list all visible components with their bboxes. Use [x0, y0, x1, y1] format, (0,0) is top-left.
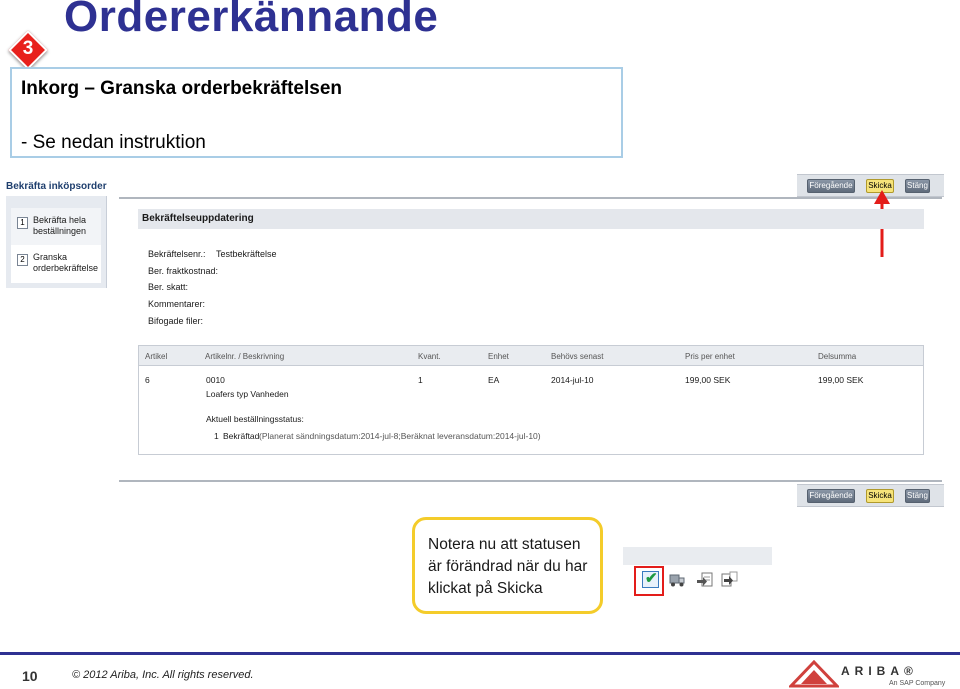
- status-value: Bekräftad: [223, 431, 260, 441]
- callout-line: klickat på Skicka: [428, 580, 543, 597]
- status-label: Aktuell beställningsstatus:: [206, 414, 304, 424]
- instruction-line: - Se nedan instruktion: [21, 132, 206, 153]
- col-header: Artikelnr. / Beskrivning: [205, 352, 285, 361]
- doc-arrow-in-icon[interactable]: [697, 571, 714, 588]
- field-tax: Ber. skatt:: [148, 282, 188, 292]
- copyright: © 2012 Ariba, Inc. All rights reserved.: [72, 669, 254, 681]
- page-label: Bekräfta inköpsorder: [6, 181, 107, 192]
- instruction-box: Inkorg – Granska orderbekräftelsen - Se …: [10, 67, 623, 158]
- left-nav: 1 Bekräfta hela beställningen 2 Granska …: [6, 196, 107, 288]
- logo-wordmark: ARIBA®: [841, 664, 918, 678]
- status-icon-header: [623, 547, 772, 565]
- field-value: Testbekräftelse: [216, 249, 277, 259]
- cell-unit: EA: [488, 375, 500, 385]
- close-button[interactable]: Stäng: [905, 179, 930, 193]
- status-highlight-frame: [634, 566, 664, 596]
- nav-item-number: 2: [17, 254, 28, 266]
- nav-item-label: Granska orderbekräftelse: [33, 252, 98, 274]
- field-label: Bekräftelsenr.:: [148, 249, 206, 259]
- instruction-title: Inkorg – Granska orderbekräftelsen: [21, 78, 343, 99]
- callout-line: är förändrad när du har: [428, 558, 588, 575]
- previous-button[interactable]: Föregående: [807, 489, 855, 503]
- divider: [119, 197, 942, 199]
- cell-article: 6: [145, 375, 150, 385]
- section-title: Bekräftelseuppdatering: [142, 213, 254, 224]
- close-button[interactable]: Stäng: [905, 489, 930, 503]
- divider: [119, 480, 942, 482]
- nav-label-line1: Bekräfta hela: [33, 215, 87, 225]
- field-label: Ber. skatt:: [148, 282, 189, 292]
- toolbar-bottom: Föregående Skicka Stäng: [797, 484, 944, 507]
- doc-arrow-out-icon[interactable]: [721, 571, 738, 588]
- status-detail: (Planerat sändningsdatum:2014-jul-8;Berä…: [259, 431, 541, 441]
- cell-article-number: 0010: [206, 375, 225, 385]
- field-comments: Kommentarer:: [148, 299, 205, 309]
- nav-label-line2: orderbekräftelse: [33, 263, 99, 273]
- slide-title: Ordererkännande: [64, 0, 439, 41]
- cell-unit-price: 199,00 SEK: [685, 375, 731, 385]
- cell-quantity: 1: [418, 375, 423, 385]
- toolbar-top: Föregående Skicka Stäng: [797, 174, 944, 197]
- field-label: Bifogade filer:: [148, 316, 204, 326]
- footer-divider: [0, 652, 960, 655]
- cell-description: Loafers typ Vanheden: [206, 389, 289, 399]
- ariba-logo-icon: [789, 660, 839, 688]
- callout-line: Notera nu att statusen: [428, 536, 581, 553]
- cell-need-by: 2014-jul-10: [551, 375, 594, 385]
- line-items-table: Artikel Artikelnr. / Beskrivning Kvant. …: [138, 345, 924, 455]
- logo-subtitle: An SAP Company: [889, 680, 946, 687]
- page-number: 10: [22, 668, 38, 684]
- nav-label-line1: Granska: [33, 252, 68, 262]
- field-attachments: Bifogade filer:: [148, 316, 203, 326]
- col-header: Artikel: [145, 352, 168, 361]
- step-badge: 3: [8, 30, 48, 70]
- truck-icon[interactable]: [669, 571, 686, 588]
- note-callout: Notera nu att statusen är förändrad när …: [412, 517, 603, 614]
- nav-label-line2: beställningen: [33, 226, 87, 236]
- status-qty: 1: [214, 431, 219, 441]
- field-shipping-cost: Ber. fraktkostnad:: [148, 266, 218, 276]
- col-header: Pris per enhet: [685, 352, 735, 361]
- step-number: 3: [22, 38, 34, 59]
- field-confirmation-number: Bekräftelsenr.: Testbekräftelse: [148, 249, 277, 259]
- previous-button[interactable]: Föregående: [807, 179, 855, 193]
- col-header: Kvant.: [418, 352, 441, 361]
- send-button[interactable]: Skicka: [866, 489, 894, 503]
- table-header: Artikel Artikelnr. / Beskrivning Kvant. …: [139, 346, 923, 366]
- section-header: Bekräftelseuppdatering: [138, 209, 924, 229]
- cell-subtotal: 199,00 SEK: [818, 375, 864, 385]
- nav-item-confirm-order[interactable]: 1 Bekräfta hela beställningen: [11, 208, 101, 246]
- field-label: Ber. fraktkostnad:: [148, 266, 219, 276]
- nav-item-label: Bekräfta hela beställningen: [33, 215, 86, 237]
- nav-item-number: 1: [17, 217, 28, 229]
- col-header: Behövs senast: [551, 352, 604, 361]
- col-header: Enhet: [488, 352, 509, 361]
- nav-item-review-confirmation[interactable]: 2 Granska orderbekräftelse: [11, 245, 101, 283]
- col-header: Delsumma: [818, 352, 857, 361]
- field-label: Kommentarer:: [148, 299, 206, 309]
